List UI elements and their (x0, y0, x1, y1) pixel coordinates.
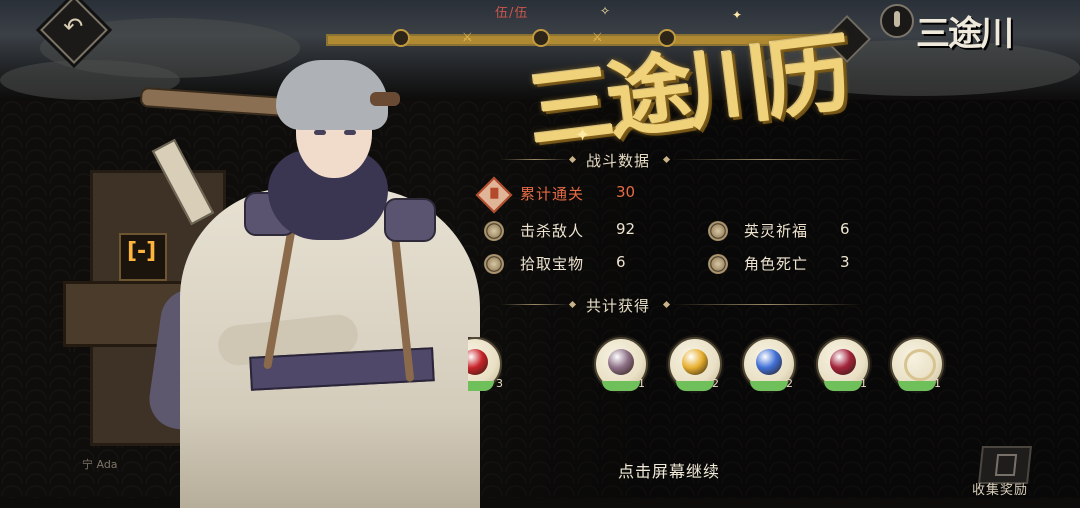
chest-icon (994, 454, 1018, 476)
battle-data-heading: 战斗数据 (586, 152, 651, 170)
section-divider (672, 159, 862, 160)
coin-stat-icon (708, 254, 728, 274)
collect-rewards-label[interactable]: 收集奖励 (972, 479, 1028, 498)
stage-marker-icon (880, 4, 914, 38)
section-divider (500, 304, 570, 305)
stat-label: 击杀敌人 (520, 222, 585, 240)
pouch-icon (608, 349, 634, 375)
artist-signature: 宁 Ada (82, 458, 118, 471)
stat-label: 角色死亡 (744, 255, 809, 273)
sparkle-icon: ✧ (600, 4, 611, 18)
stat-value: 6 (840, 220, 850, 238)
coin-stat-icon (484, 221, 504, 241)
reward-count: 2 (786, 377, 793, 390)
reward-count: 1 (638, 377, 645, 390)
stat-value: 30 (616, 183, 636, 201)
section-divider (672, 304, 862, 305)
character-eye (314, 130, 326, 135)
rings-icon (904, 349, 936, 381)
gold-coins-icon (682, 349, 708, 375)
coin-stat-icon (708, 221, 728, 241)
character-hair-tie (370, 92, 400, 106)
sword-icon: ⚔ (462, 30, 473, 44)
sparkle-icon: ✦ (732, 8, 743, 22)
stat-value: 92 (616, 220, 636, 238)
game-logo: 三途川 (916, 14, 1014, 54)
tap-to-continue[interactable]: 点击屏幕继续 (618, 458, 720, 482)
blue-crystal-icon (756, 349, 782, 375)
reward-count: 2 (712, 377, 719, 390)
reward-count: 1 (860, 377, 867, 390)
rewards-heading: 共计获得 (586, 297, 651, 315)
section-divider (500, 159, 570, 160)
stat-label: 拾取宝物 (520, 255, 585, 273)
stat-label: 累计通关 (520, 185, 585, 203)
reward-count: 1 (934, 377, 941, 390)
sparkle-icon: ✦ (575, 125, 591, 146)
coin-stat-icon (484, 254, 504, 274)
stat-value: 6 (616, 253, 626, 271)
character-eye (344, 130, 356, 135)
back-arrow-icon: ↶ (63, 12, 84, 41)
character-shoulder-guard (384, 198, 436, 242)
lantern-glyph-icon: [-] (127, 239, 157, 264)
progress-node (392, 29, 410, 47)
stat-value: 3 (840, 253, 850, 271)
progress-label: 伍/伍 (495, 6, 529, 21)
stat-label: 英灵祈福 (744, 222, 809, 240)
reward-count: 3 (496, 377, 503, 390)
red-bean-icon (830, 349, 856, 375)
